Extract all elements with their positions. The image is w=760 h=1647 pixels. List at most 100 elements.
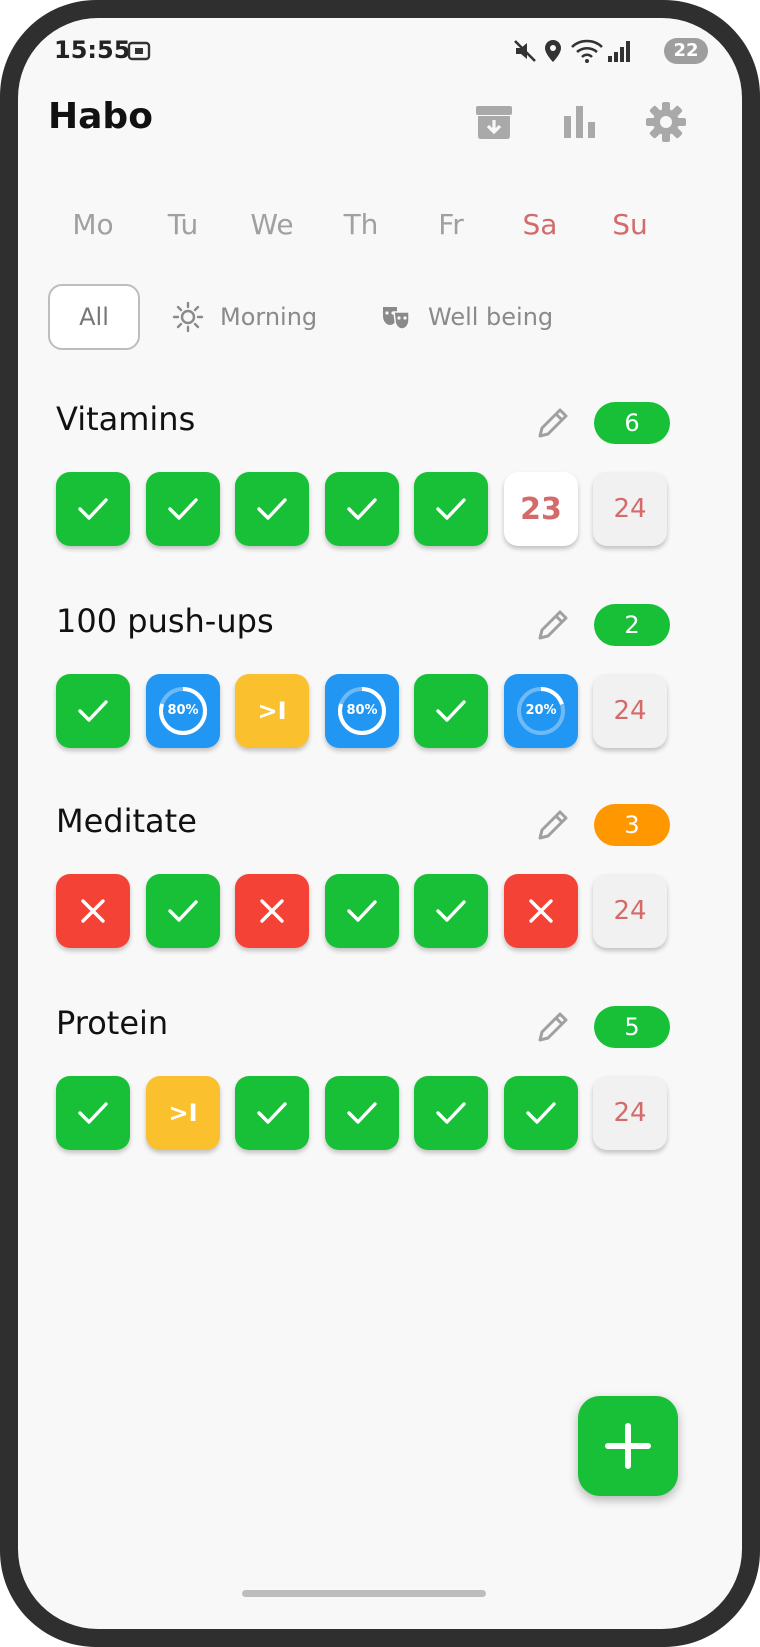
filter-chip-all[interactable]: All: [48, 284, 140, 350]
day-cell-future[interactable]: 24: [593, 674, 667, 748]
progress-percent: 80%: [346, 703, 378, 718]
day-cell-today[interactable]: 23: [504, 472, 578, 546]
day-cell-check[interactable]: [146, 472, 220, 546]
cross-icon: [260, 899, 284, 923]
day-cell-fail[interactable]: [235, 874, 309, 948]
filter-chip-well-being[interactable]: Well being: [380, 284, 580, 350]
home-indicator: [242, 1590, 486, 1597]
day-cell-check[interactable]: [325, 1076, 399, 1150]
day-cell-check[interactable]: [414, 874, 488, 948]
checkmark-icon: [436, 900, 466, 922]
checkmark-icon: [257, 1102, 287, 1124]
day-cell-progress[interactable]: 80%: [325, 674, 399, 748]
checkmark-icon: [436, 1102, 466, 1124]
edit-pencil-icon[interactable]: [534, 1006, 574, 1046]
habit-row: 100 push-ups 2 80% >I 80% 20% 24: [18, 602, 742, 802]
plus-icon: [605, 1423, 651, 1469]
day-cell-check[interactable]: [235, 472, 309, 546]
archive-icon[interactable]: [470, 98, 518, 146]
day-cell-future[interactable]: 24: [593, 874, 667, 948]
weekday-label: Su: [612, 208, 648, 241]
app-title: Habo: [48, 96, 153, 137]
streak-badge: 5: [594, 1006, 670, 1048]
cross-icon: [529, 899, 553, 923]
edit-pencil-icon[interactable]: [534, 402, 574, 442]
day-cell-check[interactable]: [56, 472, 130, 546]
habit-name: Meditate: [56, 802, 197, 840]
checkmark-icon: [257, 498, 287, 520]
statistics-icon[interactable]: [556, 98, 604, 146]
signal-icon: [608, 41, 630, 62]
settings-gear-icon[interactable]: [642, 98, 690, 146]
add-habit-button[interactable]: [578, 1396, 678, 1496]
skip-icon: >I: [168, 1099, 198, 1127]
day-cell-check[interactable]: [325, 472, 399, 546]
habit-row: Vitamins 6 23 24: [18, 400, 742, 600]
day-cell-check[interactable]: [504, 1076, 578, 1150]
day-cell-progress[interactable]: 20%: [504, 674, 578, 748]
habit-days: 23 24: [56, 472, 676, 552]
checkmark-icon: [78, 1102, 108, 1124]
habit-row: Meditate 3 24: [18, 802, 742, 1002]
day-cell-check[interactable]: [56, 674, 130, 748]
day-cell-check[interactable]: [325, 874, 399, 948]
day-cell-future[interactable]: 24: [593, 472, 667, 546]
day-number: 24: [613, 1098, 647, 1128]
day-cell-progress[interactable]: 80%: [146, 674, 220, 748]
day-number: 23: [520, 491, 562, 527]
day-cell-check[interactable]: [56, 1076, 130, 1150]
checkmark-icon: [347, 900, 377, 922]
day-cell-skip[interactable]: >I: [235, 674, 309, 748]
streak-badge: 6: [594, 402, 670, 444]
day-number: 24: [613, 896, 647, 926]
checkmark-icon: [168, 498, 198, 520]
status-time: 15:55: [54, 36, 131, 64]
habit-days: 80% >I 80% 20% 24: [56, 674, 676, 754]
weekday-header: Mo Tu We Th Fr Sa Su: [18, 208, 742, 258]
wifi-icon: [571, 39, 603, 63]
checkmark-icon: [436, 700, 466, 722]
day-number: 24: [613, 696, 647, 726]
weekday-label: Mo: [72, 208, 114, 241]
habit-name: 100 push-ups: [56, 602, 274, 640]
filter-chip-morning[interactable]: Morning: [172, 284, 342, 350]
weekday-label: We: [250, 208, 294, 241]
progress-percent: 20%: [525, 703, 557, 718]
theater-masks-icon: [383, 307, 410, 330]
day-cell-skip[interactable]: >I: [146, 1076, 220, 1150]
weekday-label: Fr: [438, 208, 464, 241]
habit-name: Protein: [56, 1004, 169, 1042]
checkmark-icon: [347, 1102, 377, 1124]
phone-frame: 15:55 22 Habo Mo Tu We Th Fr Sa Su All M…: [0, 0, 760, 1647]
app-screen: 15:55 22 Habo Mo Tu We Th Fr Sa Su All M…: [18, 18, 742, 1629]
mute-icon: [514, 40, 536, 62]
filter-chip-label: Well being: [428, 303, 554, 331]
weekday-label: Th: [343, 208, 379, 241]
streak-badge: 3: [594, 804, 670, 846]
habit-row: Protein 5 >I 24: [18, 1004, 742, 1204]
day-cell-fail[interactable]: [504, 874, 578, 948]
day-number: 24: [613, 494, 647, 524]
day-cell-fail[interactable]: [56, 874, 130, 948]
day-cell-check[interactable]: [414, 472, 488, 546]
status-bar: 15:55 22: [18, 18, 742, 78]
checkmark-icon: [436, 498, 466, 520]
progress-percent: 80%: [167, 703, 199, 718]
streak-badge: 2: [594, 604, 670, 646]
sun-icon: [172, 301, 204, 333]
screenshot-icon: [127, 41, 151, 61]
checkmark-icon: [78, 498, 108, 520]
habit-days: 24: [56, 874, 676, 954]
checkmark-icon: [347, 498, 377, 520]
checkmark-icon: [78, 700, 108, 722]
day-cell-check[interactable]: [235, 1076, 309, 1150]
checkmark-icon: [168, 900, 198, 922]
cross-icon: [81, 899, 105, 923]
edit-pencil-icon[interactable]: [534, 604, 574, 644]
skip-icon: >I: [257, 697, 287, 725]
day-cell-check[interactable]: [414, 1076, 488, 1150]
day-cell-check[interactable]: [146, 874, 220, 948]
day-cell-future[interactable]: 24: [593, 1076, 667, 1150]
day-cell-check[interactable]: [414, 674, 488, 748]
edit-pencil-icon[interactable]: [534, 804, 574, 844]
